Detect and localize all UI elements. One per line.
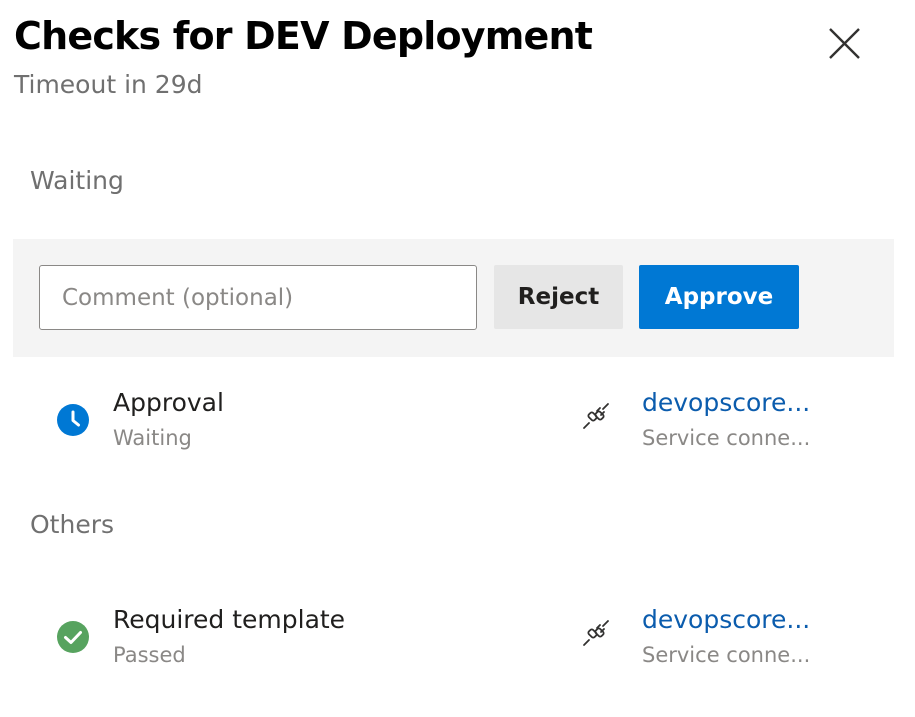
- check-status: Passed: [113, 643, 186, 667]
- plug-icon: [583, 620, 609, 646]
- check-name: Required template: [113, 605, 346, 634]
- resource-link[interactable]: devopscore...: [642, 388, 812, 417]
- checkmark-circle-icon: [57, 621, 89, 653]
- clock-icon: [57, 404, 89, 436]
- plug-icon: [583, 403, 609, 429]
- checks-panel: Checks for DEV Deployment Timeout in 29d…: [0, 0, 915, 717]
- check-row-approval[interactable]: Approval Waiting devopscore... Service c…: [0, 388, 915, 468]
- section-others-label: Others: [30, 510, 115, 539]
- resource-type: Service conne...: [642, 643, 811, 667]
- close-icon: [829, 28, 860, 59]
- section-waiting-label: Waiting: [30, 166, 124, 195]
- close-button[interactable]: [822, 22, 866, 66]
- check-row-required-template[interactable]: Required template Passed devopscore... S…: [0, 605, 915, 685]
- resource-link[interactable]: devopscore...: [642, 605, 812, 634]
- check-status: Waiting: [113, 426, 192, 450]
- approval-action-bar: Reject Approve: [13, 239, 894, 357]
- check-name: Approval: [113, 388, 224, 417]
- resource-type: Service conne...: [642, 426, 811, 450]
- approve-button[interactable]: Approve: [639, 265, 799, 329]
- timeout-text: Timeout in 29d: [14, 70, 203, 99]
- panel-title: Checks for DEV Deployment: [14, 14, 593, 58]
- reject-button[interactable]: Reject: [494, 265, 623, 329]
- comment-input[interactable]: [39, 265, 477, 330]
